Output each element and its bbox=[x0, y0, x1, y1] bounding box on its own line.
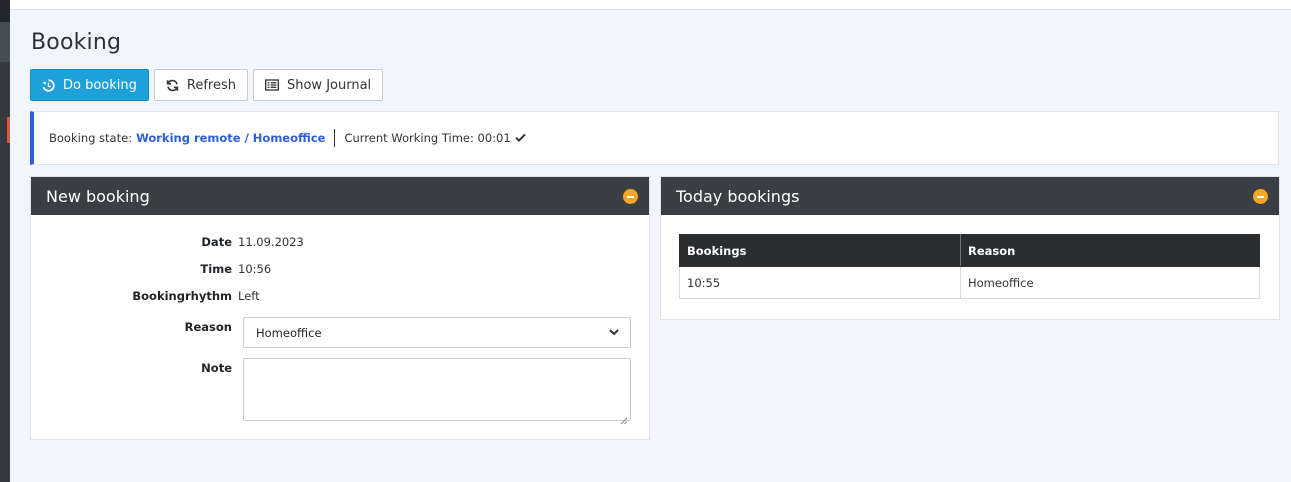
bookingrhythm-value: Left bbox=[238, 289, 260, 303]
today-bookings-panel: Today bookings Bookings Reason 10:55 Hom… bbox=[660, 176, 1280, 320]
working-time-label: Current Working Time: 00:01 bbox=[344, 131, 511, 145]
note-label: Note bbox=[201, 361, 232, 375]
date-value: 11.09.2023 bbox=[238, 235, 304, 249]
resize-grip-icon[interactable] bbox=[620, 410, 628, 425]
reason-select-value: Homeoffice bbox=[256, 325, 322, 340]
reason-row: Reason bbox=[31, 320, 238, 334]
reason-select[interactable]: Homeoffice bbox=[243, 317, 631, 348]
cell-booking-reason: Homeoffice bbox=[960, 266, 1260, 299]
column-header-bookings: Bookings bbox=[679, 234, 961, 267]
minus-circle-icon[interactable] bbox=[1253, 189, 1268, 204]
today-bookings-table: Bookings Reason 10:55 Homeoffice bbox=[679, 234, 1260, 299]
page-title: Booking bbox=[31, 30, 122, 55]
new-booking-title: New booking bbox=[46, 186, 150, 206]
minus-circle-icon[interactable] bbox=[623, 189, 638, 204]
refresh-button[interactable]: Refresh bbox=[153, 69, 248, 101]
show-journal-label: Show Journal bbox=[286, 77, 372, 93]
main-content: Booking Do booking Refresh Show Journal … bbox=[10, 9, 1291, 482]
sync-icon bbox=[166, 79, 179, 92]
list-icon bbox=[265, 79, 279, 91]
new-booking-header: New booking bbox=[31, 177, 649, 215]
history-icon bbox=[42, 78, 55, 92]
bookingrhythm-label: Bookingrhythm bbox=[132, 289, 232, 303]
booking-state-value: Working remote / Homeoffice bbox=[136, 131, 326, 145]
today-bookings-title: Today bookings bbox=[676, 186, 800, 206]
chevron-down-icon bbox=[608, 326, 620, 338]
state-divider bbox=[334, 129, 336, 147]
sidebar-rail-top bbox=[0, 0, 10, 22]
booking-state-bar: Booking state: Working remote / Homeoffi… bbox=[30, 111, 1279, 165]
do-booking-label: Do booking bbox=[63, 77, 137, 93]
today-bookings-header: Today bookings bbox=[661, 177, 1279, 215]
cell-booking-time: 10:55 bbox=[679, 266, 961, 299]
check-icon bbox=[514, 132, 526, 145]
table-row: 10:55 Homeoffice bbox=[679, 266, 1260, 299]
column-header-reason: Reason bbox=[960, 234, 1260, 267]
do-booking-button[interactable]: Do booking bbox=[30, 69, 149, 101]
rhythm-row: Bookingrhythm Left bbox=[31, 289, 260, 303]
left-sidebar-rail bbox=[0, 0, 10, 482]
booking-state-label: Booking state: bbox=[49, 131, 133, 145]
note-textarea[interactable] bbox=[243, 358, 631, 425]
show-journal-button[interactable]: Show Journal bbox=[252, 69, 384, 101]
sidebar-rail-active-block bbox=[0, 22, 10, 62]
date-row: Date 11.09.2023 bbox=[31, 235, 304, 249]
time-label: Time bbox=[200, 262, 232, 276]
reason-label: Reason bbox=[184, 320, 232, 334]
time-value: 10:56 bbox=[238, 262, 272, 276]
note-row: Note bbox=[31, 361, 238, 375]
toolbar: Do booking Refresh Show Journal bbox=[30, 69, 384, 101]
time-row: Time 10:56 bbox=[31, 262, 271, 276]
date-label: Date bbox=[201, 235, 232, 249]
new-booking-panel: New booking Date 11.09.2023 Time 10:56 B… bbox=[30, 176, 650, 440]
refresh-label: Refresh bbox=[186, 77, 236, 93]
table-header-row: Bookings Reason bbox=[679, 234, 1260, 267]
